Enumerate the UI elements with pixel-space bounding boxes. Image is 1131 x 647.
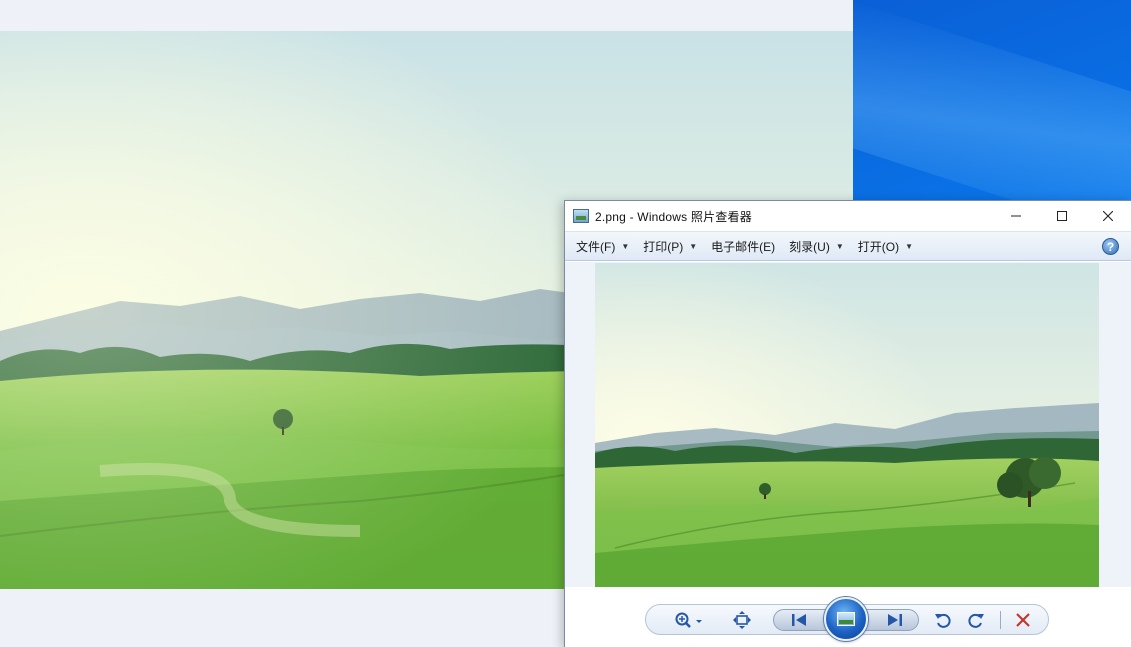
minimize-icon [1011, 215, 1021, 217]
menu-file-label: 文件(F) [576, 239, 616, 254]
rotate-clockwise-icon [968, 613, 984, 628]
displayed-image [595, 263, 1099, 588]
slideshow-button[interactable] [824, 597, 868, 641]
zoom-button[interactable] [672, 608, 706, 632]
menu-open-label: 打开(O) [857, 239, 900, 254]
photo-viewer-app-icon [573, 209, 589, 223]
help-icon: ? [1106, 239, 1115, 254]
menu-open[interactable]: 打开(O) ▼ [851, 231, 920, 261]
maximize-button[interactable] [1039, 201, 1085, 231]
menu-print[interactable]: 打印(P) ▼ [636, 231, 704, 261]
delete-button[interactable] [1012, 608, 1034, 632]
chevron-down-icon: ▼ [689, 241, 698, 251]
close-icon [1103, 211, 1113, 221]
control-bar [565, 587, 1131, 647]
maximize-icon [1057, 211, 1067, 221]
chevron-down-icon: ▼ [621, 241, 630, 251]
menu-burn-label: 刻录(U) [789, 239, 830, 254]
title-bar[interactable]: 2.png - Windows 照片查看器 [565, 201, 1131, 231]
close-button[interactable] [1085, 201, 1131, 231]
previous-button[interactable] [785, 608, 813, 632]
previous-icon [792, 614, 806, 626]
rotate-counterclockwise-button[interactable] [932, 608, 954, 632]
minimize-button[interactable] [993, 201, 1039, 231]
menu-email[interactable]: 电子邮件(E) [704, 231, 782, 261]
chevron-down-icon: ▼ [905, 241, 914, 251]
landscape-image [595, 263, 1099, 588]
help-button[interactable]: ? [1102, 238, 1119, 255]
image-display-area[interactable] [565, 262, 1131, 588]
menu-file[interactable]: 文件(F) ▼ [569, 231, 636, 261]
window-controls [993, 201, 1131, 231]
menu-print-label: 打印(P) [643, 239, 684, 254]
chevron-down-icon: ▼ [835, 241, 844, 251]
rotate-counterclockwise-icon [935, 613, 951, 628]
menu-bar: 文件(F) ▼ 打印(P) ▼ 电子邮件(E) 刻录(U) ▼ 打开(O) ▼ … [565, 231, 1131, 261]
window-title: 2.png - Windows 照片查看器 [595, 209, 752, 224]
photo-viewer-window: 2.png - Windows 照片查看器 文件(F) ▼ 打印(P) ▼ 电子… [564, 200, 1131, 647]
next-button[interactable] [881, 608, 909, 632]
zoom-icon [675, 612, 702, 628]
toolbar-separator [1000, 611, 1001, 629]
menu-burn[interactable]: 刻录(U) ▼ [782, 231, 851, 261]
delete-icon [1016, 613, 1030, 627]
menu-email-label: 电子邮件(E) [711, 239, 776, 254]
actual-size-icon [733, 611, 751, 629]
actual-size-button[interactable] [730, 608, 754, 632]
next-icon [888, 614, 902, 626]
slideshow-icon [837, 612, 855, 626]
rotate-clockwise-button[interactable] [965, 608, 987, 632]
